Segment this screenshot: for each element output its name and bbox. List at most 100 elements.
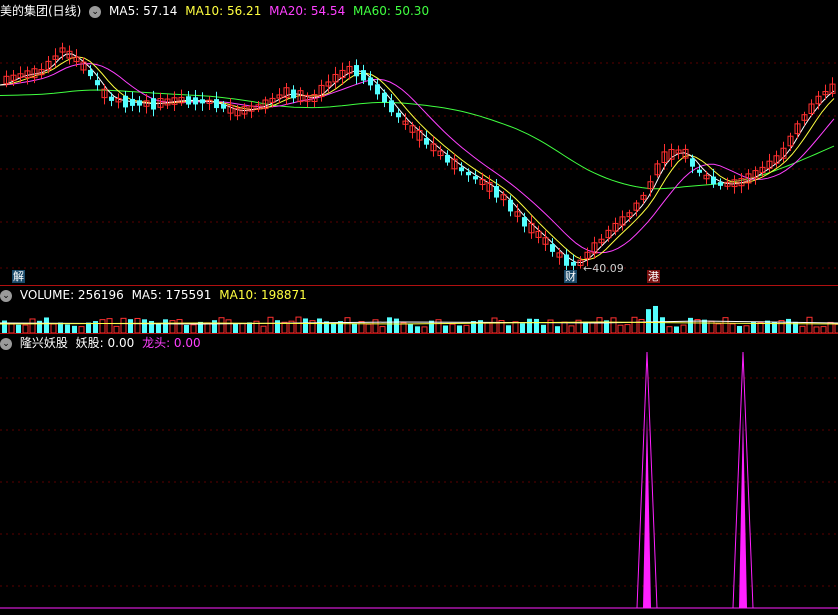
ma5-label: MA5: 57.14 <box>109 4 178 18</box>
main-pane-header: 美的集团(日线) ⌄ MA5: 57.14 MA10: 56.21 MA20: … <box>0 2 433 20</box>
volume-bar <box>457 325 462 333</box>
candle-body <box>564 254 569 266</box>
volume-bar <box>743 325 750 333</box>
volume-bar <box>555 326 560 333</box>
volume-label: VOLUME: 256196 <box>19 288 124 302</box>
marker-jie[interactable]: 解 <box>12 270 25 283</box>
candle-body <box>354 65 359 77</box>
volume-bar <box>163 319 168 333</box>
candle-body <box>291 89 296 99</box>
volume-bar <box>624 324 631 333</box>
volume-bar <box>22 324 29 333</box>
indicator-chart[interactable] <box>0 352 838 614</box>
volume-bar <box>86 322 91 333</box>
volume-bar <box>113 325 120 333</box>
volume-bar <box>737 325 742 333</box>
volume-bar <box>520 323 525 333</box>
volume-bar <box>295 316 302 333</box>
volume-bar <box>128 319 133 333</box>
volume-bar <box>722 317 729 333</box>
volume-bar <box>583 321 588 333</box>
volume-bar <box>729 323 736 333</box>
volume-bar <box>260 325 267 333</box>
low-price-label: ←40.09 <box>583 262 624 275</box>
candle-body <box>445 154 450 163</box>
volume-ma10-label: MA10: 198871 <box>219 288 307 302</box>
volume-bar <box>512 321 519 333</box>
volume-chart[interactable] <box>0 303 838 333</box>
ma5-line <box>0 53 835 264</box>
volume-bar <box>29 318 36 333</box>
candle-body <box>214 99 219 109</box>
volume-bar <box>596 317 603 333</box>
volume-bar <box>449 323 456 333</box>
volume-bar <box>715 323 722 333</box>
volume-bar <box>387 317 392 333</box>
volume-bar <box>408 323 413 333</box>
volume-bar <box>225 319 232 333</box>
candle-body <box>193 97 198 105</box>
chevron-down-icon[interactable]: ⌄ <box>0 337 12 350</box>
volume-bar <box>646 309 651 333</box>
candle-body <box>459 167 464 172</box>
candle-body <box>389 100 394 113</box>
candlestick-chart[interactable] <box>0 20 838 286</box>
candle-body <box>382 92 387 103</box>
volume-bar <box>365 323 372 333</box>
chevron-down-icon[interactable]: ⌄ <box>89 5 102 18</box>
volume-bar <box>218 317 225 333</box>
volume-bar <box>190 324 197 333</box>
volume-bar <box>134 317 141 333</box>
chevron-down-icon[interactable]: ⌄ <box>0 289 12 302</box>
candle-body <box>550 244 555 252</box>
volume-ma5-label: MA5: 175591 <box>131 288 212 302</box>
candle-body <box>151 98 156 110</box>
candle-body <box>571 261 576 266</box>
volume-bar <box>267 316 274 333</box>
ma10-label: MA10: 56.21 <box>185 4 262 18</box>
candle-body <box>123 95 128 108</box>
volume-bar <box>415 326 420 333</box>
volume-bar <box>660 317 665 333</box>
volume-bar <box>212 320 217 333</box>
volume-bar <box>176 319 183 333</box>
volume-bar <box>688 317 693 333</box>
volume-bar <box>239 323 246 333</box>
volume-bar <box>317 318 322 333</box>
candle-body <box>109 96 114 101</box>
candle-body <box>396 112 401 118</box>
volume-bar <box>358 321 365 333</box>
volume-bar <box>589 322 596 333</box>
candle-body <box>711 176 716 185</box>
volume-bar <box>44 317 49 333</box>
yaogu-label: 妖股: 0.00 <box>75 336 135 350</box>
marker-gang[interactable]: 港 <box>647 270 660 283</box>
volume-bar <box>8 323 15 333</box>
volume-bar <box>93 321 98 333</box>
volume-bar <box>16 324 21 333</box>
candle-body <box>88 69 93 77</box>
volume-bar <box>547 319 554 333</box>
volume-bar <box>50 323 57 333</box>
volume-bar <box>142 319 147 333</box>
volume-bar <box>184 324 189 333</box>
volume-bar <box>491 317 498 333</box>
candle-body <box>221 104 226 109</box>
volume-bar <box>617 324 624 333</box>
signal-spike <box>643 412 651 608</box>
ma10-line <box>0 56 835 261</box>
candle-body <box>137 100 142 106</box>
volume-bar <box>541 324 546 333</box>
stock-title[interactable]: 美的集团(日线) <box>0 4 81 18</box>
marker-cai[interactable]: 财 <box>564 270 577 283</box>
volume-bar <box>352 323 357 333</box>
candle-body <box>375 84 380 95</box>
signal-spike <box>739 412 747 608</box>
candle-body <box>690 158 695 167</box>
candle-body <box>494 186 499 198</box>
longtou-label: 龙头: 0.00 <box>142 336 201 350</box>
candle-body <box>200 99 205 104</box>
indicator-title[interactable]: 隆兴妖股 <box>20 336 68 350</box>
volume-bar <box>303 318 308 333</box>
volume-bar <box>680 324 687 333</box>
